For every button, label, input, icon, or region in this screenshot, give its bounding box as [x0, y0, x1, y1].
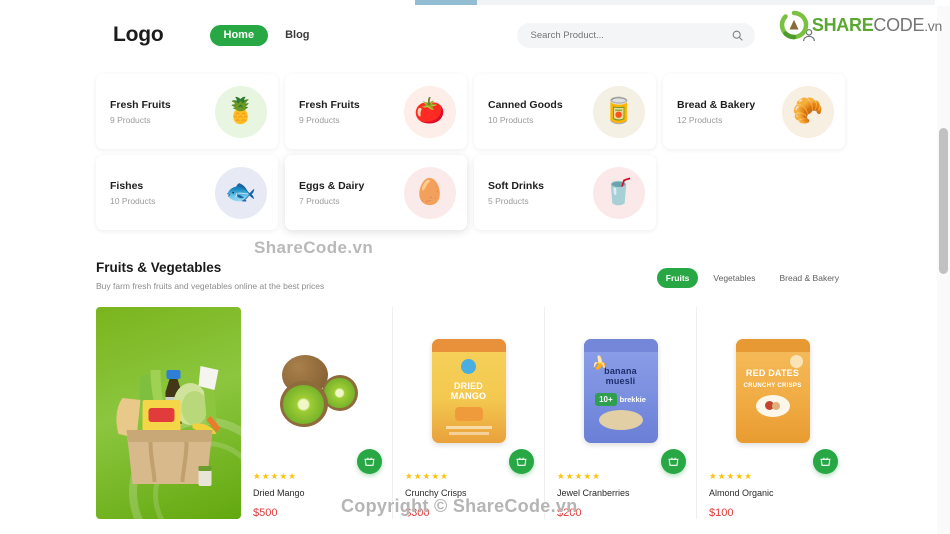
category-text: Eggs & Dairy 7 Products [299, 180, 364, 206]
fish-icon: 🐟 [215, 166, 267, 219]
category-count: 10 Products [110, 195, 156, 206]
dried-mango-pack-image: DRIED MANGO [405, 315, 532, 472]
nav-item-blog[interactable]: Blog [276, 24, 318, 46]
category-title: Fresh Fruits [110, 98, 171, 111]
add-to-cart-button-dried-mango[interactable] [357, 449, 382, 474]
shopping-basket-icon [668, 457, 679, 466]
filter-fruits[interactable]: Fruits [656, 268, 699, 288]
category-title: Canned Goods [488, 98, 563, 111]
shopping-basket-icon [516, 457, 527, 466]
category-card-fishes[interactable]: Fishes 10 Products 🐟 [96, 155, 278, 230]
product-name: Almond Organic [709, 488, 774, 498]
pack-illustration: 🍌 banana muesli 10+ brekkie [583, 339, 658, 444]
brand-share-text: SHARE [811, 15, 874, 35]
soda-cans-icon: 🥤 [593, 166, 645, 219]
category-title: Fishes [110, 179, 144, 192]
product-rating-stars: ★★★★★ [405, 470, 450, 481]
category-text: Canned Goods 10 Products [488, 99, 563, 125]
category-text: Fishes 10 Products [110, 180, 155, 206]
shopping-basket-icon [364, 457, 375, 466]
add-to-cart-button-jewel-cranberries[interactable] [661, 449, 686, 474]
red-dates-crisps-pack-image: RED DATES CRUNCHY CRISPS [709, 315, 836, 472]
kiwi-half-large-icon [279, 381, 328, 428]
category-title: Fresh Fruits [299, 98, 360, 111]
category-title: Bread & Bakery [677, 98, 756, 111]
kiwi-fruit-image [253, 315, 380, 472]
page-scrollbar-track[interactable] [937, 6, 950, 534]
category-title: Eggs & Dairy [299, 179, 365, 192]
section-header: Fruits & Vegetables Buy farm fresh fruit… [96, 260, 848, 291]
croissant-icon: 🥐 [782, 85, 834, 138]
search-container [516, 22, 755, 48]
pack-illustration: RED DATES CRUNCHY CRISPS [735, 339, 810, 444]
banana-muesli-pack-image: 🍌 banana muesli 10+ brekkie [557, 315, 684, 472]
category-count: 5 Products [488, 195, 529, 206]
category-text: Soft Drinks 5 Products [488, 180, 544, 206]
category-text: Bread & Bakery 12 Products [677, 99, 755, 125]
category-card-soft-drinks[interactable]: Soft Drinks 5 Products 🥤 [474, 155, 656, 230]
section-title: Fruits & Vegetables [96, 260, 222, 275]
section-heading-text: Fruits & Vegetables Buy farm fresh fruit… [96, 260, 324, 291]
category-filter-group: Fruits Vegetables Bread & Bakery [656, 268, 848, 288]
category-text: Fresh Fruits 9 Products [299, 99, 360, 125]
product-card-almond-organic[interactable]: RED DATES CRUNCHY CRISPS ★★★★★ Almond Or… [697, 307, 848, 519]
product-card-crunchy-crisps[interactable]: DRIED MANGO ★★★★★ Crunchy Crisps $300 [393, 307, 545, 519]
category-card-bread-bakery[interactable]: Bread & Bakery 12 Products 🥐 [663, 74, 845, 149]
brand-tld-text: .vn [924, 18, 942, 34]
category-card-canned-goods[interactable]: Canned Goods 10 Products 🥫 [474, 74, 656, 149]
section-subtitle: Buy farm fresh fruits and vegetables onl… [96, 281, 325, 291]
sharecode-mark-icon [779, 10, 809, 40]
grocery-bag-banner[interactable] [96, 307, 241, 519]
page-scrollbar-thumb[interactable] [939, 128, 948, 274]
storefront-page: Logo Home Blog SHAREC [0, 0, 950, 534]
category-count: 7 Products [299, 195, 340, 206]
eggs-icon: 🥚 [404, 166, 456, 219]
canned-goods-icon: 🥫 [593, 85, 645, 138]
center-watermark: ShareCode.vn [254, 238, 374, 257]
add-to-cart-button-crunchy-crisps[interactable] [509, 449, 534, 474]
brand-code-text: CODE [873, 15, 925, 35]
category-grid: Fresh Fruits 9 Products 🍍 Fresh Fruits 9… [96, 74, 848, 230]
category-count: 9 Products [110, 114, 151, 125]
product-card-jewel-cranberries[interactable]: 🍌 banana muesli 10+ brekkie ★★★★★ Jewel C… [545, 307, 697, 519]
add-to-cart-button-almond-organic[interactable] [813, 449, 838, 474]
tomato-vegetables-icon: 🍅 [404, 85, 456, 138]
category-text: Fresh Fruits 9 Products [110, 99, 171, 125]
pineapple-banana-icon: 🍍 [215, 85, 267, 138]
product-row: ★★★★★ Dried Mango $500 DRIED MANGO ★★★★★… [96, 307, 848, 519]
category-count: 9 Products [299, 114, 340, 125]
sharecode-brand-text: SHARECODE.vn [812, 16, 942, 34]
product-price: $100 [709, 507, 734, 519]
filter-bread-bakery[interactable]: Bread & Bakery [770, 268, 848, 288]
category-count: 10 Products [488, 114, 534, 125]
nav-item-home[interactable]: Home [209, 24, 269, 46]
category-count: 12 Products [677, 114, 723, 125]
category-title: Soft Drinks [488, 179, 545, 192]
shopping-basket-icon [820, 457, 831, 466]
search-icon[interactable] [731, 29, 744, 42]
search-input[interactable] [516, 22, 755, 48]
category-card-eggs-dairy[interactable]: Eggs & Dairy 7 Products 🥚 [285, 155, 467, 230]
kiwi-illustration [274, 353, 360, 429]
product-rating-stars: ★★★★★ [557, 470, 602, 481]
filter-vegetables[interactable]: Vegetables [704, 268, 764, 288]
grocery-bag-image [115, 366, 220, 487]
category-card-fresh-fruits-1[interactable]: Fresh Fruits 9 Products 🍍 [96, 74, 278, 149]
browser-tab-strip [415, 0, 935, 5]
product-card-dried-mango[interactable]: ★★★★★ Dried Mango $500 [241, 307, 393, 519]
product-rating-stars: ★★★★★ [709, 470, 754, 481]
sharecode-watermark-logo: SHARECODE.vn [779, 10, 942, 40]
category-card-fresh-fruits-2[interactable]: Fresh Fruits 9 Products 🍅 [285, 74, 467, 149]
site-logo[interactable]: Logo [113, 23, 164, 47]
main-nav: Home Blog [209, 24, 319, 46]
copyright-watermark: Copyright © ShareCode.vn [341, 496, 578, 516]
product-rating-stars: ★★★★★ [253, 470, 298, 481]
browser-active-tab[interactable] [415, 0, 477, 5]
pack-illustration: DRIED MANGO [431, 339, 506, 444]
